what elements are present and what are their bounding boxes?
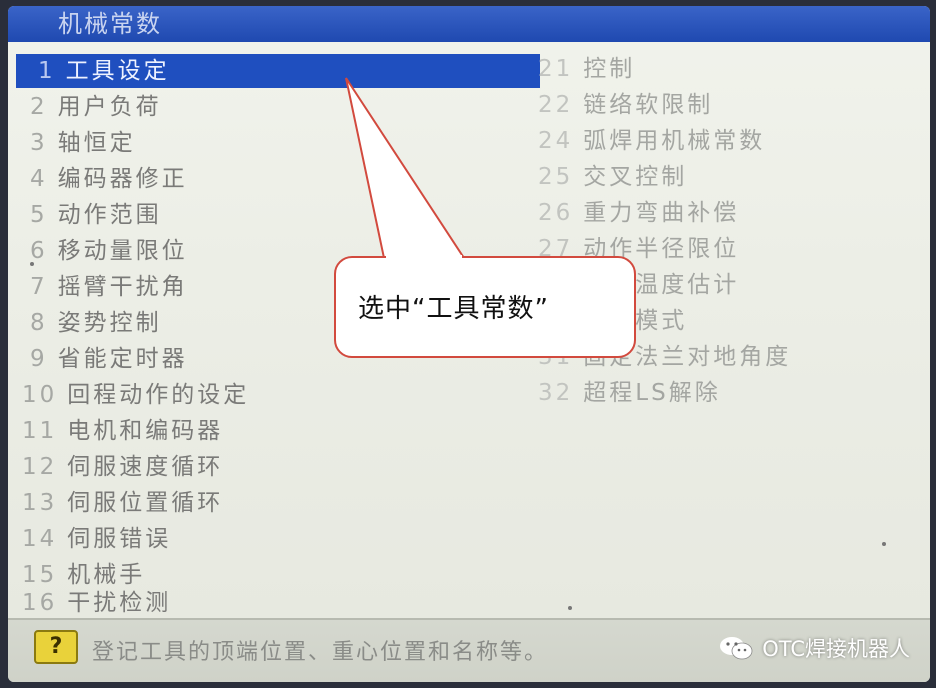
wechat-icon (720, 637, 753, 660)
watermark-text: OTC焊接机器人 (762, 637, 910, 661)
watermark: OTC焊接机器人 (718, 633, 910, 663)
callout-text: 选中“工具常数” (358, 294, 549, 324)
callout-pointer-joint (386, 255, 462, 259)
